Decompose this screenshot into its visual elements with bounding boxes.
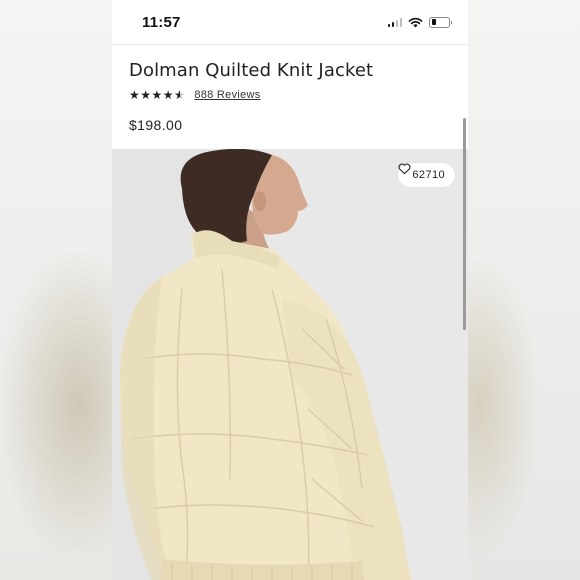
status-icons bbox=[387, 16, 452, 28]
reviews-link[interactable]: 888 Reviews bbox=[194, 89, 260, 101]
star-icon: ★ bbox=[129, 88, 140, 102]
blurred-backdrop-left bbox=[0, 0, 112, 580]
battery-icon bbox=[429, 16, 452, 28]
star-icon: ★ bbox=[140, 88, 151, 102]
model-photo bbox=[112, 149, 468, 580]
star-icon: ★ bbox=[162, 88, 174, 102]
blurred-backdrop-right bbox=[468, 0, 580, 580]
phone-screen: 11:57 Dolman Quilted Knit Jacket ★ ★ ★ ★… bbox=[112, 0, 468, 580]
like-button[interactable]: 62710 bbox=[398, 163, 455, 187]
like-count: 62710 bbox=[412, 169, 445, 181]
scrollbar[interactable] bbox=[463, 118, 466, 330]
status-time: 11:57 bbox=[142, 14, 181, 31]
product-image[interactable]: 62710 bbox=[112, 149, 468, 580]
status-bar: 11:57 bbox=[112, 0, 468, 44]
half-star-icon: ★ bbox=[174, 88, 185, 102]
heart-icon bbox=[398, 163, 411, 175]
star-icon: ★ bbox=[151, 88, 163, 102]
cellular-signal-icon bbox=[387, 17, 402, 27]
product-price: $198.00 bbox=[129, 117, 183, 133]
rating-row: ★ ★ ★ ★ ★ 888 Reviews bbox=[129, 88, 261, 102]
wifi-icon bbox=[408, 17, 423, 27]
product-title: Dolman Quilted Knit Jacket bbox=[129, 60, 374, 81]
star-rating: ★ ★ ★ ★ ★ bbox=[129, 88, 185, 102]
header-divider bbox=[112, 44, 468, 45]
